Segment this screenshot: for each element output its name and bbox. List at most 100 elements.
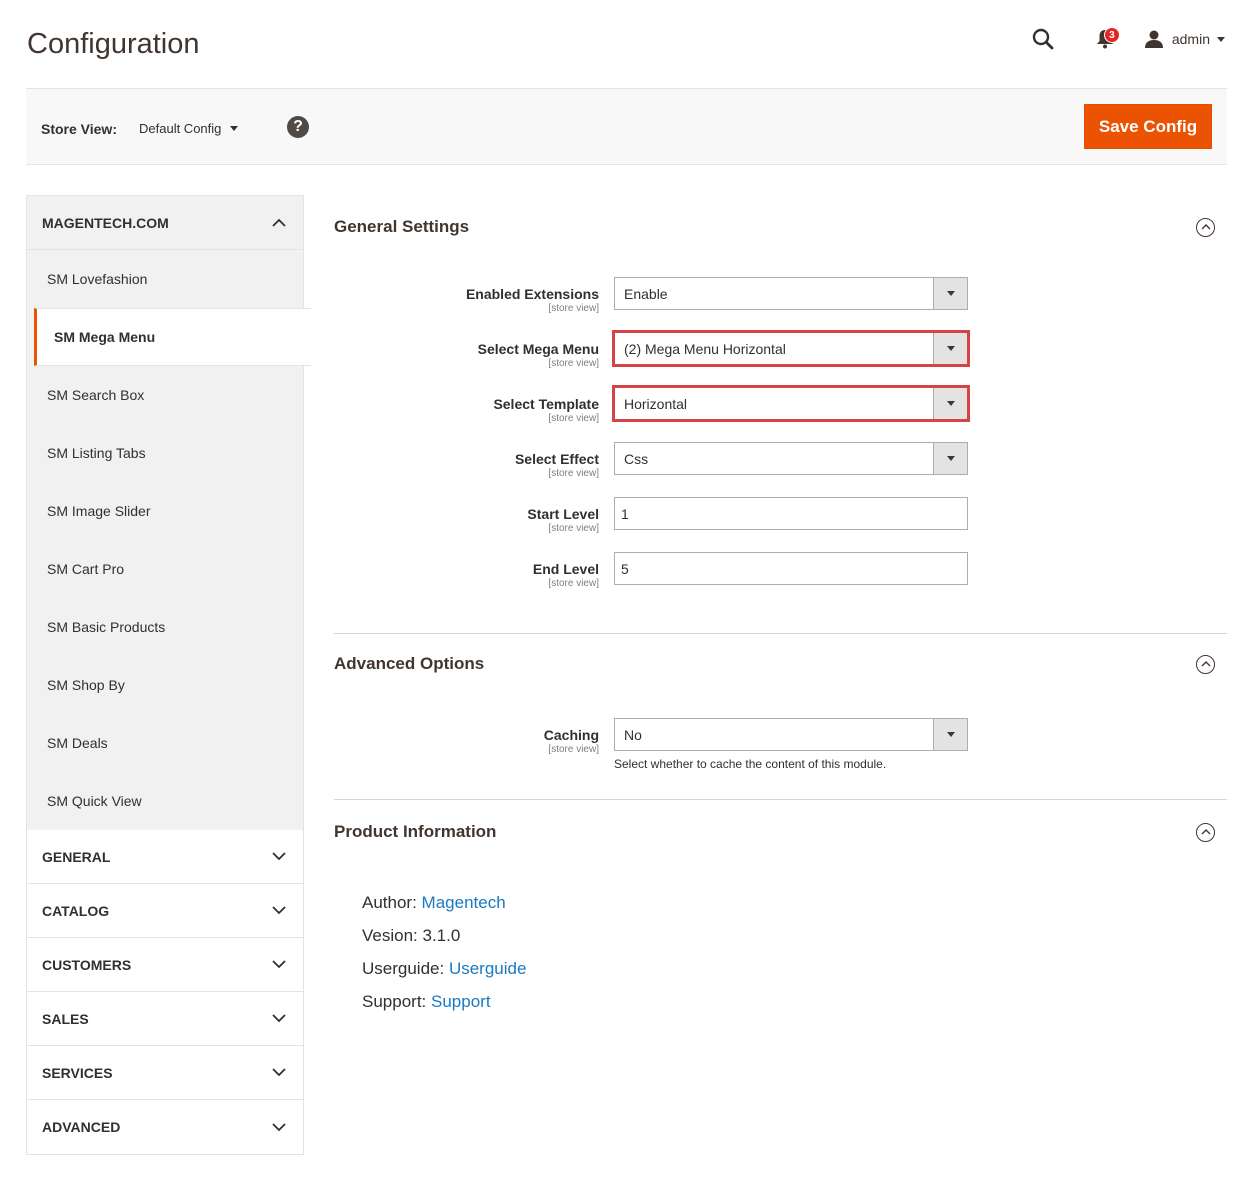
field-scope: [store view] <box>548 413 599 424</box>
author-label: Author: <box>362 893 417 912</box>
sidebar-item-sm-deals[interactable]: SM Deals <box>27 714 303 772</box>
store-view-value: Default Config <box>139 121 222 136</box>
sidebar-group-sales[interactable]: SALES <box>27 992 303 1046</box>
sidebar-group-title: CUSTOMERS <box>42 956 132 973</box>
store-view-switcher[interactable]: Default Config <box>139 121 239 136</box>
field-label: Select Effect <box>514 451 599 467</box>
user-name: admin <box>1171 31 1210 47</box>
user-icon <box>1144 29 1164 49</box>
sidebar-item-sm-quick-view[interactable]: SM Quick View <box>27 772 303 830</box>
select-mega-menu-select[interactable]: (2) Mega Menu Horizontal <box>612 330 970 367</box>
field-start-level: Start Level [store view] <box>334 497 1227 552</box>
save-config-button[interactable]: Save Config <box>1084 104 1212 149</box>
page-title: Configuration <box>27 28 200 60</box>
select-template-select[interactable]: Horizontal <box>612 385 970 422</box>
collapse-icon[interactable] <box>1196 654 1215 674</box>
sidebar-item-sm-cart-pro[interactable]: SM Cart Pro <box>27 540 303 598</box>
field-scope: [store view] <box>548 578 599 589</box>
config-main: General Settings Enabled Extensions [sto… <box>334 195 1227 1048</box>
sidebar-group-catalog[interactable]: CATALOG <box>27 884 303 938</box>
select-value: Css <box>624 450 649 467</box>
sidebar-group-general[interactable]: GENERAL <box>27 830 303 884</box>
support-link[interactable]: Support <box>431 992 491 1011</box>
chevron-down-icon <box>272 1122 286 1132</box>
sidebar-item-sm-listing-tabs[interactable]: SM Listing Tabs <box>27 424 303 482</box>
chevron-down-icon <box>272 906 286 915</box>
chevron-down-icon <box>230 126 239 131</box>
userguide-link[interactable]: Userguide <box>449 959 527 978</box>
field-end-level: End Level [store view] <box>334 552 1227 607</box>
sidebar-group-title: CATALOG <box>42 902 110 919</box>
end-level-input[interactable] <box>614 552 968 585</box>
select-value: No <box>624 726 642 743</box>
chevron-up-icon <box>272 218 286 227</box>
sidebar-group-title: SALES <box>42 1010 89 1027</box>
store-view-toolbar: Store View: Default Config ? Save Config <box>26 88 1227 165</box>
section-title: Advanced Options <box>334 654 485 673</box>
collapse-icon[interactable] <box>1196 822 1215 842</box>
sidebar-group-list: GENERAL CATALOG CUSTOMERS SALES SERVICES… <box>27 830 303 1154</box>
sidebar-item-sm-shop-by[interactable]: SM Shop By <box>27 656 303 714</box>
sidebar-item-sm-search-box[interactable]: SM Search Box <box>27 366 303 424</box>
caching-select[interactable]: No <box>614 718 968 751</box>
notification-count-badge: 3 <box>1103 27 1120 43</box>
userguide-row: Userguide: Userguide <box>362 952 1227 985</box>
sidebar-item-sm-mega-menu[interactable]: SM Mega Menu <box>34 308 311 366</box>
dropdown-arrow-icon <box>933 443 967 474</box>
select-effect-select[interactable]: Css <box>614 442 968 475</box>
userguide-label: Userguide: <box>362 959 445 978</box>
dropdown-arrow-icon <box>933 719 967 750</box>
select-value: Enable <box>624 285 668 302</box>
help-icon[interactable]: ? <box>287 116 309 138</box>
advanced-options-section: Advanced Options Caching [store view] No… <box>334 634 1227 800</box>
version-value: 3.1.0 <box>422 926 461 945</box>
product-information-body: Author: Magentech Vesion: 3.1.0 Userguid… <box>334 864 1227 1048</box>
notifications-bell-icon[interactable]: 3 <box>1090 24 1120 54</box>
sidebar-group-title: ADVANCED <box>42 1119 121 1135</box>
start-level-input[interactable] <box>614 497 968 530</box>
select-value: Horizontal <box>624 395 688 412</box>
field-select-template: Select Template [store view] Horizontal <box>334 385 1227 442</box>
config-sidebar: MAGENTECH.COM SM Lovefashion SM Mega Men… <box>26 195 311 1155</box>
sidebar-group-customers[interactable]: CUSTOMERS <box>27 938 303 992</box>
sidebar-item-sm-lovefashion[interactable]: SM Lovefashion <box>27 250 303 308</box>
support-label: Support: <box>362 992 427 1011</box>
section-title: General Settings <box>334 217 470 236</box>
sidebar-group-advanced[interactable]: ADVANCED <box>27 1100 303 1154</box>
field-label: Select Template <box>493 396 599 412</box>
field-scope: [store view] <box>548 523 599 534</box>
store-view-label: Store View: <box>41 121 117 137</box>
general-settings-header[interactable]: General Settings <box>334 195 1227 259</box>
dropdown-arrow-icon <box>933 278 967 309</box>
sidebar-group-services[interactable]: SERVICES <box>27 1046 303 1100</box>
advanced-options-header[interactable]: Advanced Options <box>334 634 1227 694</box>
field-scope: [store view] <box>548 744 599 755</box>
field-label: Enabled Extensions <box>465 286 599 302</box>
user-menu[interactable]: admin <box>1144 29 1225 49</box>
field-scope: [store view] <box>548 303 599 314</box>
section-title: Product Information <box>334 822 497 841</box>
sidebar-item-sm-image-slider[interactable]: SM Image Slider <box>27 482 303 540</box>
sidebar-group-magentech[interactable]: MAGENTECH.COM <box>27 196 303 250</box>
select-value: (2) Mega Menu Horizontal <box>624 340 786 357</box>
author-link[interactable]: Magentech <box>422 893 506 912</box>
field-select-mega-menu: Select Mega Menu [store view] (2) Mega M… <box>334 330 1227 387</box>
field-label: Select Mega Menu <box>477 341 599 357</box>
chevron-down-icon <box>272 960 286 969</box>
dropdown-arrow-icon <box>933 388 967 419</box>
search-icon[interactable] <box>1028 24 1058 54</box>
product-information-header[interactable]: Product Information <box>334 800 1227 864</box>
sidebar-items: SM Lovefashion SM Mega Menu SM Search Bo… <box>27 250 311 830</box>
caching-note: Select whether to cache the content of t… <box>614 757 887 771</box>
sidebar-item-sm-basic-products[interactable]: SM Basic Products <box>27 598 303 656</box>
product-information-section: Product Information Author: Magentech Ve… <box>334 800 1227 1048</box>
header-actions: 3 admin <box>1028 24 1225 54</box>
version-row: Vesion: 3.1.0 <box>362 919 1227 952</box>
field-label: Start Level <box>527 506 599 522</box>
support-row: Support: Support <box>362 985 1227 1018</box>
collapse-icon[interactable] <box>1196 217 1215 237</box>
field-scope: [store view] <box>548 468 599 479</box>
field-select-effect: Select Effect [store view] Css <box>334 442 1227 497</box>
enabled-extensions-select[interactable]: Enable <box>614 277 968 310</box>
sidebar-group-title: SERVICES <box>42 1064 113 1081</box>
